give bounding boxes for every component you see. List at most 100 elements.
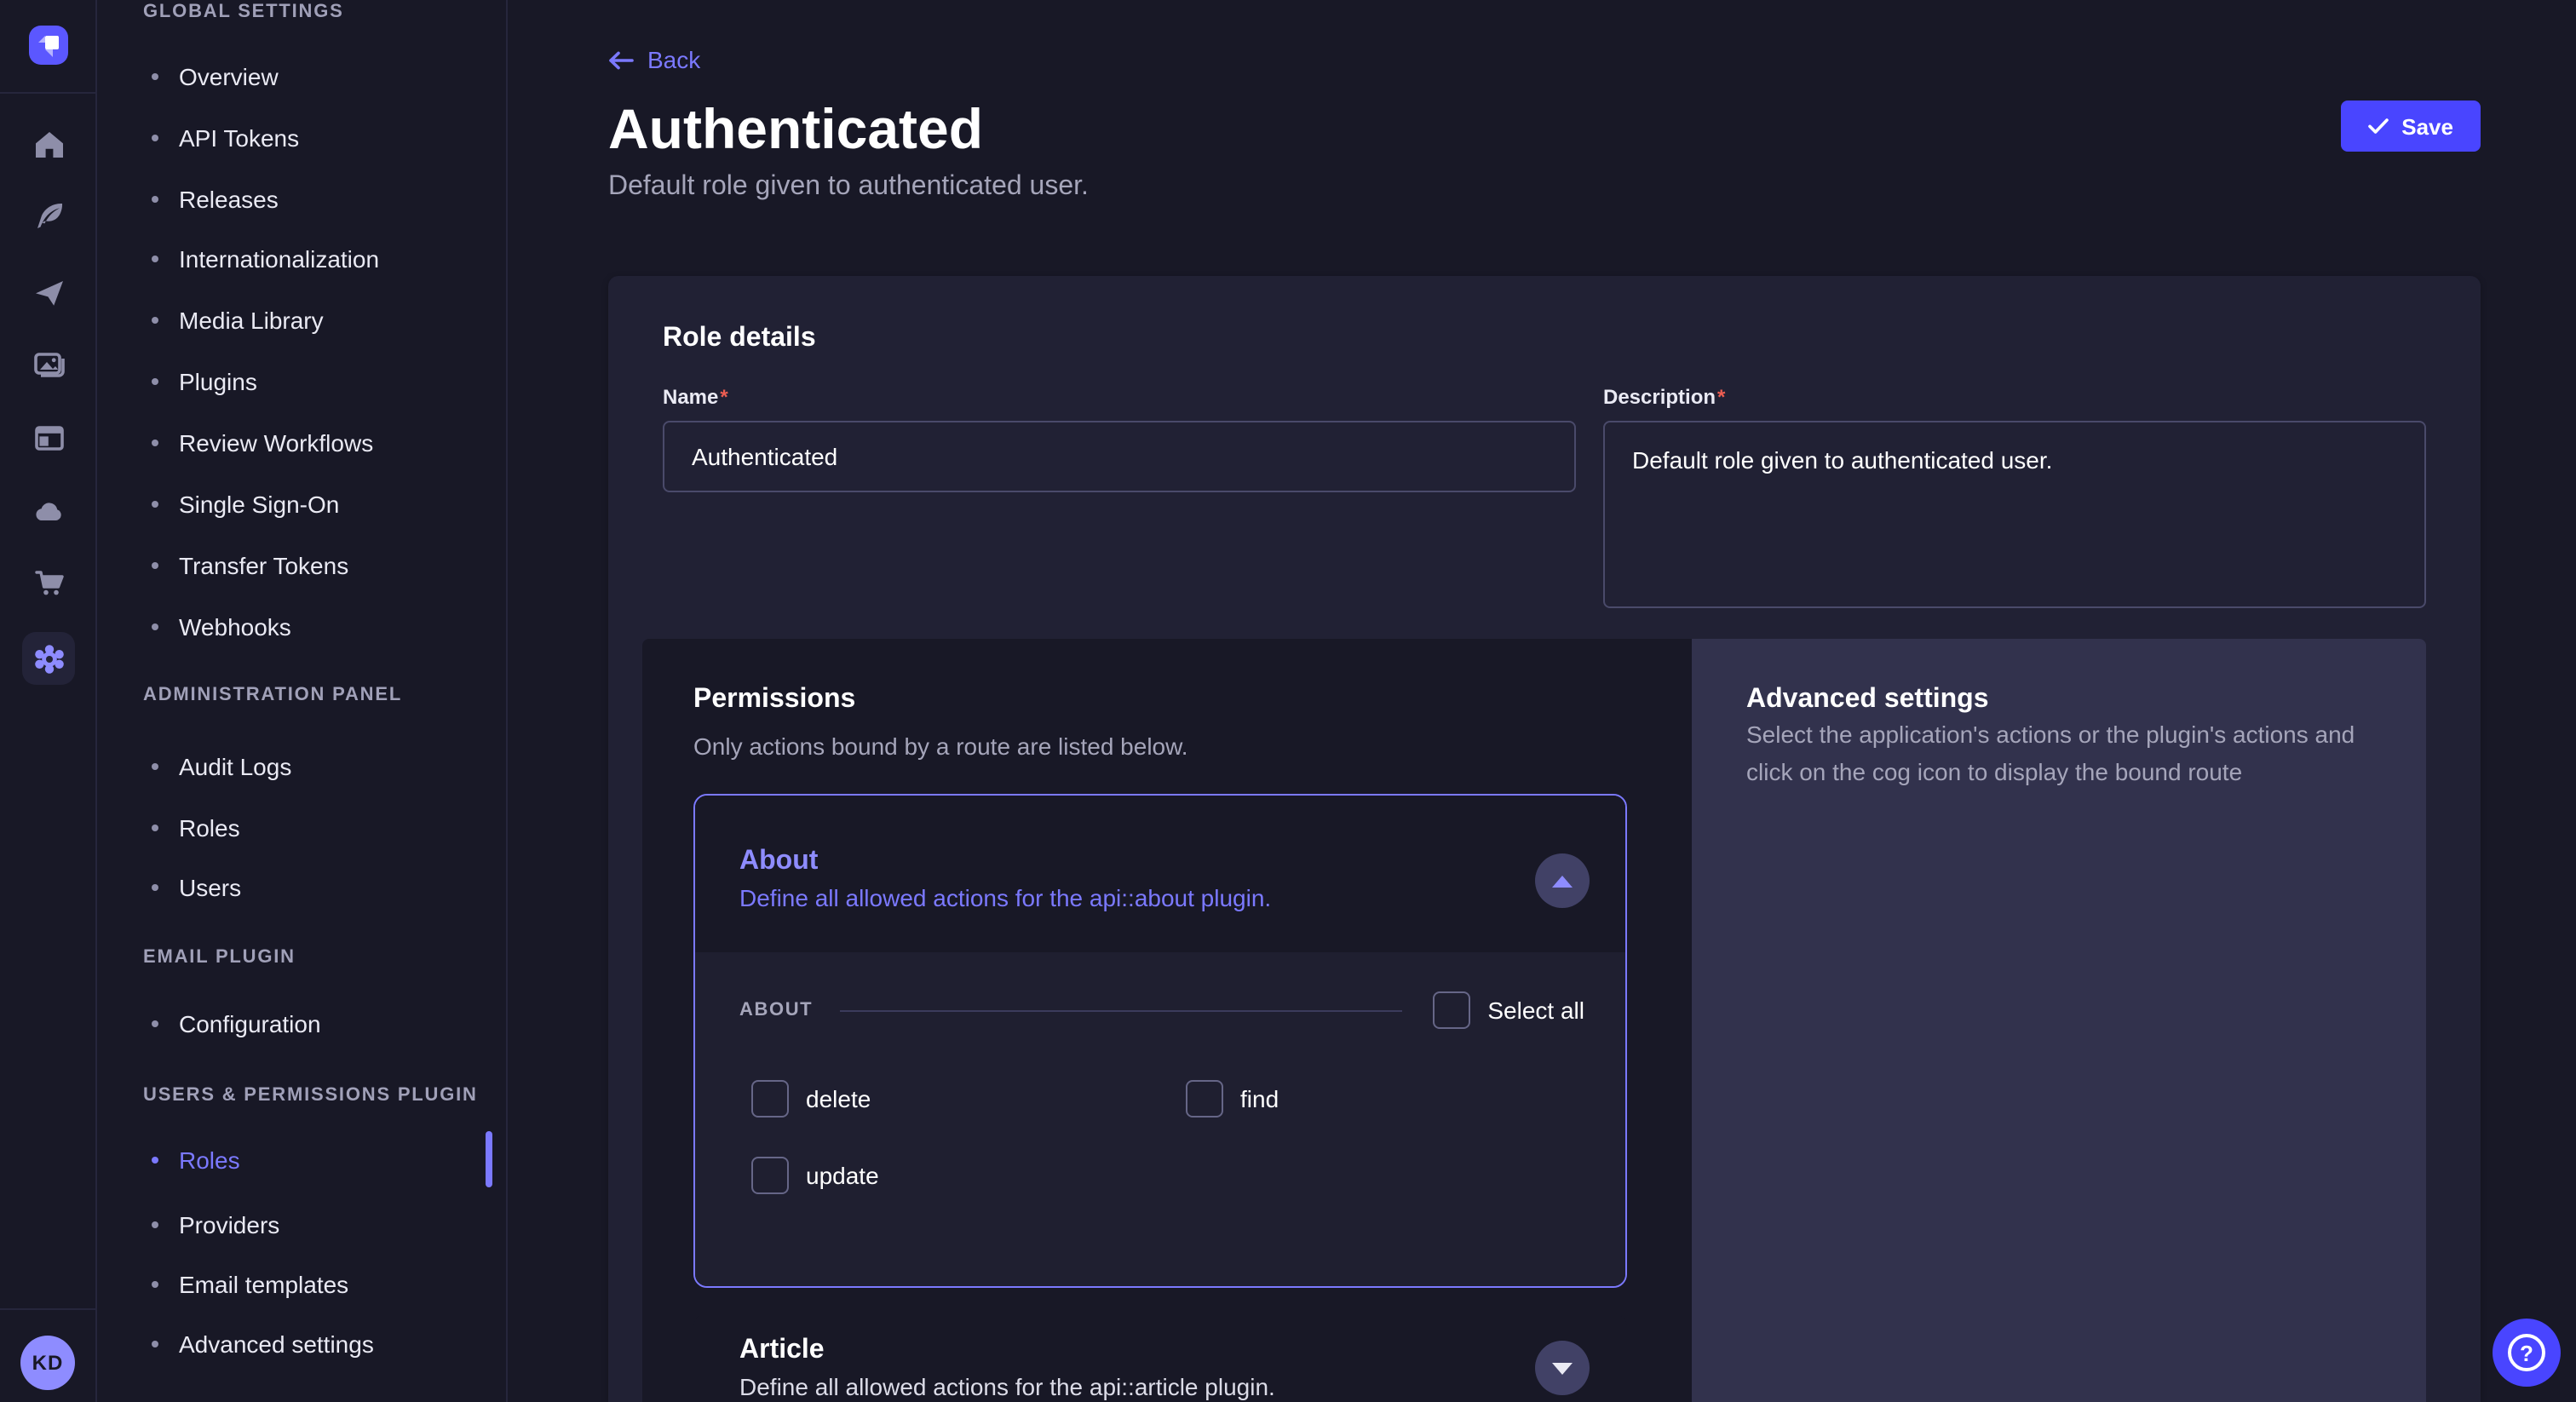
- sidebar-item-review-workflows[interactable]: Review Workflows: [143, 422, 373, 463]
- accordion-about-description: Define all allowed actions for the api::…: [739, 884, 1271, 911]
- bullet-icon: [152, 256, 158, 262]
- delete-checkbox[interactable]: [751, 1080, 789, 1118]
- nav-section-users-permissions-plugin: USERS & PERMISSIONS PLUGIN: [143, 1085, 478, 1106]
- marketplace-layout-icon[interactable]: [0, 407, 97, 468]
- nav-section-global-settings: GLOBAL SETTINGS: [143, 2, 344, 22]
- about-group-row: ABOUT Select all: [739, 991, 1584, 1029]
- sidebar-item-single-sign-on[interactable]: Single Sign-On: [143, 484, 339, 525]
- find-checkbox[interactable]: [1186, 1080, 1223, 1118]
- bullet-icon: [152, 1221, 158, 1228]
- role-details-title: Role details: [663, 324, 816, 354]
- bullet-icon: [152, 1020, 158, 1027]
- bullet-icon: [152, 884, 158, 891]
- help-button[interactable]: ?: [2493, 1319, 2561, 1387]
- settings-gear-icon[interactable]: [22, 632, 75, 685]
- settings-subnav: GLOBAL SETTINGS Overview API Tokens Rele…: [97, 0, 508, 1402]
- accordion-article[interactable]: Article Define all allowed actions for t…: [693, 1313, 1627, 1402]
- accordion-article-description: Define all allowed actions for the api::…: [739, 1373, 1275, 1400]
- action-update: update: [751, 1157, 879, 1194]
- sidebar-item-up-advanced-settings[interactable]: Advanced settings: [143, 1324, 374, 1365]
- bullet-icon: [152, 440, 158, 446]
- accordion-about-header[interactable]: About Define all allowed actions for the…: [695, 796, 1625, 952]
- sidebar-item-admin-roles[interactable]: Roles: [143, 807, 240, 848]
- role-details-card: Role details Name* Description* Default …: [608, 276, 2481, 1402]
- bullet-icon: [152, 501, 158, 508]
- sidebar-item-releases[interactable]: Releases: [143, 179, 279, 220]
- bullet-icon: [152, 1341, 158, 1347]
- sidebar-item-overview[interactable]: Overview: [143, 56, 279, 97]
- back-link[interactable]: Back: [608, 46, 700, 73]
- home-icon[interactable]: [0, 114, 97, 175]
- chevron-up-icon: [1552, 875, 1573, 887]
- sidebar-item-transfer-tokens[interactable]: Transfer Tokens: [143, 545, 348, 586]
- update-label: update: [806, 1162, 879, 1189]
- name-label: Name*: [663, 385, 728, 409]
- rail-divider: [0, 92, 97, 94]
- sidebar-item-audit-logs[interactable]: Audit Logs: [143, 746, 291, 787]
- bullet-icon: [152, 1157, 158, 1164]
- active-item-indicator: [486, 1131, 492, 1187]
- media-library-icon[interactable]: [0, 334, 97, 395]
- bullet-icon: [152, 317, 158, 324]
- bullet-icon: [152, 73, 158, 80]
- sidebar-item-webhooks[interactable]: Webhooks: [143, 606, 291, 647]
- save-button[interactable]: Save: [2340, 101, 2481, 152]
- check-icon: [2367, 118, 2388, 135]
- permissions-panel: Permissions Only actions bound by a rout…: [642, 639, 1692, 1402]
- description-field[interactable]: Default role given to authenticated user…: [1603, 421, 2426, 608]
- cloud-icon[interactable]: [0, 480, 97, 542]
- accordion-about-body: ABOUT Select all delete: [695, 952, 1625, 1288]
- permissions-subtitle: Only actions bound by a route are listed…: [693, 733, 1188, 760]
- permissions-title: Permissions: [693, 685, 855, 715]
- nav-section-administration-panel: ADMINISTRATION PANEL: [143, 685, 402, 705]
- nav-section-email-plugin: EMAIL PLUGIN: [143, 947, 296, 968]
- accordion-about-title: About: [739, 847, 818, 877]
- back-label: Back: [647, 46, 700, 73]
- arrow-left-icon: [608, 50, 634, 69]
- sidebar-item-plugins[interactable]: Plugins: [143, 361, 257, 402]
- advanced-settings-text: Select the application's actions or the …: [1746, 717, 2363, 790]
- content-type-builder-plane-icon[interactable]: [0, 262, 97, 324]
- bullet-icon: [152, 763, 158, 770]
- page-subtitle: Default role given to authenticated user…: [608, 172, 1089, 203]
- description-label: Description*: [1603, 385, 1725, 409]
- collapse-button[interactable]: [1535, 853, 1590, 908]
- sidebar-item-configuration[interactable]: Configuration: [143, 1003, 321, 1044]
- chevron-down-icon: [1552, 1362, 1573, 1374]
- main-nav-rail: KD: [0, 0, 97, 1402]
- question-mark-icon: ?: [2508, 1334, 2545, 1371]
- update-checkbox[interactable]: [751, 1157, 789, 1194]
- about-group-label: ABOUT: [739, 1000, 813, 1020]
- sidebar-item-admin-users[interactable]: Users: [143, 867, 241, 908]
- bullet-icon: [152, 562, 158, 569]
- accordion-about: About Define all allowed actions for the…: [693, 794, 1627, 1288]
- bullet-icon: [152, 196, 158, 203]
- main-content: Back Authenticated Default role given to…: [508, 0, 2576, 1402]
- sidebar-item-media-library[interactable]: Media Library: [143, 300, 324, 341]
- strapi-logo[interactable]: [29, 26, 68, 65]
- bullet-icon: [152, 623, 158, 630]
- bullet-icon: [152, 1281, 158, 1288]
- permissions-split: Permissions Only actions bound by a rout…: [642, 639, 2426, 1402]
- advanced-settings-panel: Advanced settings Select the application…: [1692, 639, 2426, 1402]
- sidebar-item-internationalization[interactable]: Internationalization: [143, 238, 379, 279]
- bullet-icon: [152, 378, 158, 385]
- name-field[interactable]: [663, 421, 1576, 492]
- group-divider: [840, 1009, 1402, 1011]
- sidebar-item-email-templates[interactable]: Email templates: [143, 1264, 348, 1305]
- expand-button[interactable]: [1535, 1341, 1590, 1395]
- purchases-cart-icon[interactable]: [0, 552, 97, 613]
- accordion-article-title: Article: [739, 1336, 825, 1366]
- required-asterisk: *: [720, 385, 727, 409]
- sidebar-item-up-roles[interactable]: Roles: [143, 1140, 240, 1181]
- rail-divider-bottom: [0, 1308, 97, 1310]
- advanced-settings-title: Advanced settings: [1746, 685, 1989, 715]
- avatar[interactable]: KD: [20, 1336, 75, 1390]
- required-asterisk: *: [1717, 385, 1725, 409]
- content-manager-feather-icon[interactable]: [0, 186, 97, 247]
- bullet-icon: [152, 135, 158, 141]
- page-title: Authenticated: [608, 97, 983, 162]
- select-all-checkbox[interactable]: [1433, 991, 1470, 1029]
- sidebar-item-providers[interactable]: Providers: [143, 1204, 279, 1245]
- sidebar-item-api-tokens[interactable]: API Tokens: [143, 118, 299, 158]
